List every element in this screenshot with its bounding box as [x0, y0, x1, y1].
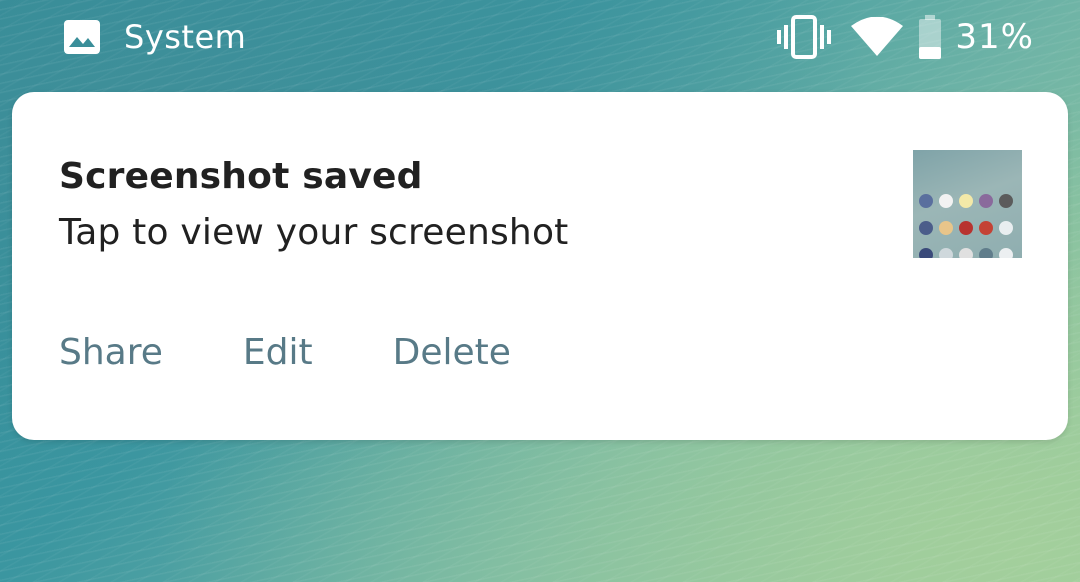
app-name: System — [124, 18, 247, 56]
vibrate-icon — [777, 15, 832, 59]
screenshot-notification[interactable]: Screenshot saved Tap to view your screen… — [12, 92, 1068, 440]
thumbnail-app-icon — [939, 221, 953, 235]
thumbnail-app-icon — [999, 221, 1013, 235]
status-icons: 31% — [777, 12, 1034, 62]
thumbnail-app-icon — [959, 221, 973, 235]
notification-actions: Share Edit Delete — [59, 332, 591, 373]
status-bar: System 31% — [0, 0, 1080, 76]
edit-button[interactable]: Edit — [243, 332, 313, 373]
thumbnail-app-icon — [959, 248, 973, 258]
share-button[interactable]: Share — [59, 332, 163, 373]
thumbnail-app-grid — [919, 194, 1017, 258]
battery-icon — [917, 15, 943, 59]
wifi-icon — [851, 16, 904, 58]
thumbnail-app-icon — [979, 248, 993, 258]
thumbnail-app-icon — [979, 194, 993, 208]
thumbnail-app-icon — [959, 194, 973, 208]
image-icon — [62, 17, 102, 57]
thumbnail-app-icon — [919, 248, 933, 258]
battery-percent: 31% — [955, 17, 1034, 57]
notification-title: Screenshot saved — [59, 156, 423, 197]
status-bar-app: System — [62, 14, 246, 60]
notification-body[interactable]: Tap to view your screenshot — [59, 212, 569, 253]
delete-button[interactable]: Delete — [393, 332, 511, 373]
thumbnail-app-icon — [919, 221, 933, 235]
thumbnail-app-icon — [999, 194, 1013, 208]
screenshot-thumbnail[interactable] — [913, 150, 1022, 258]
thumbnail-app-icon — [919, 194, 933, 208]
thumbnail-app-icon — [999, 248, 1013, 258]
thumbnail-app-icon — [939, 194, 953, 208]
thumbnail-app-icon — [979, 221, 993, 235]
thumbnail-app-icon — [939, 248, 953, 258]
